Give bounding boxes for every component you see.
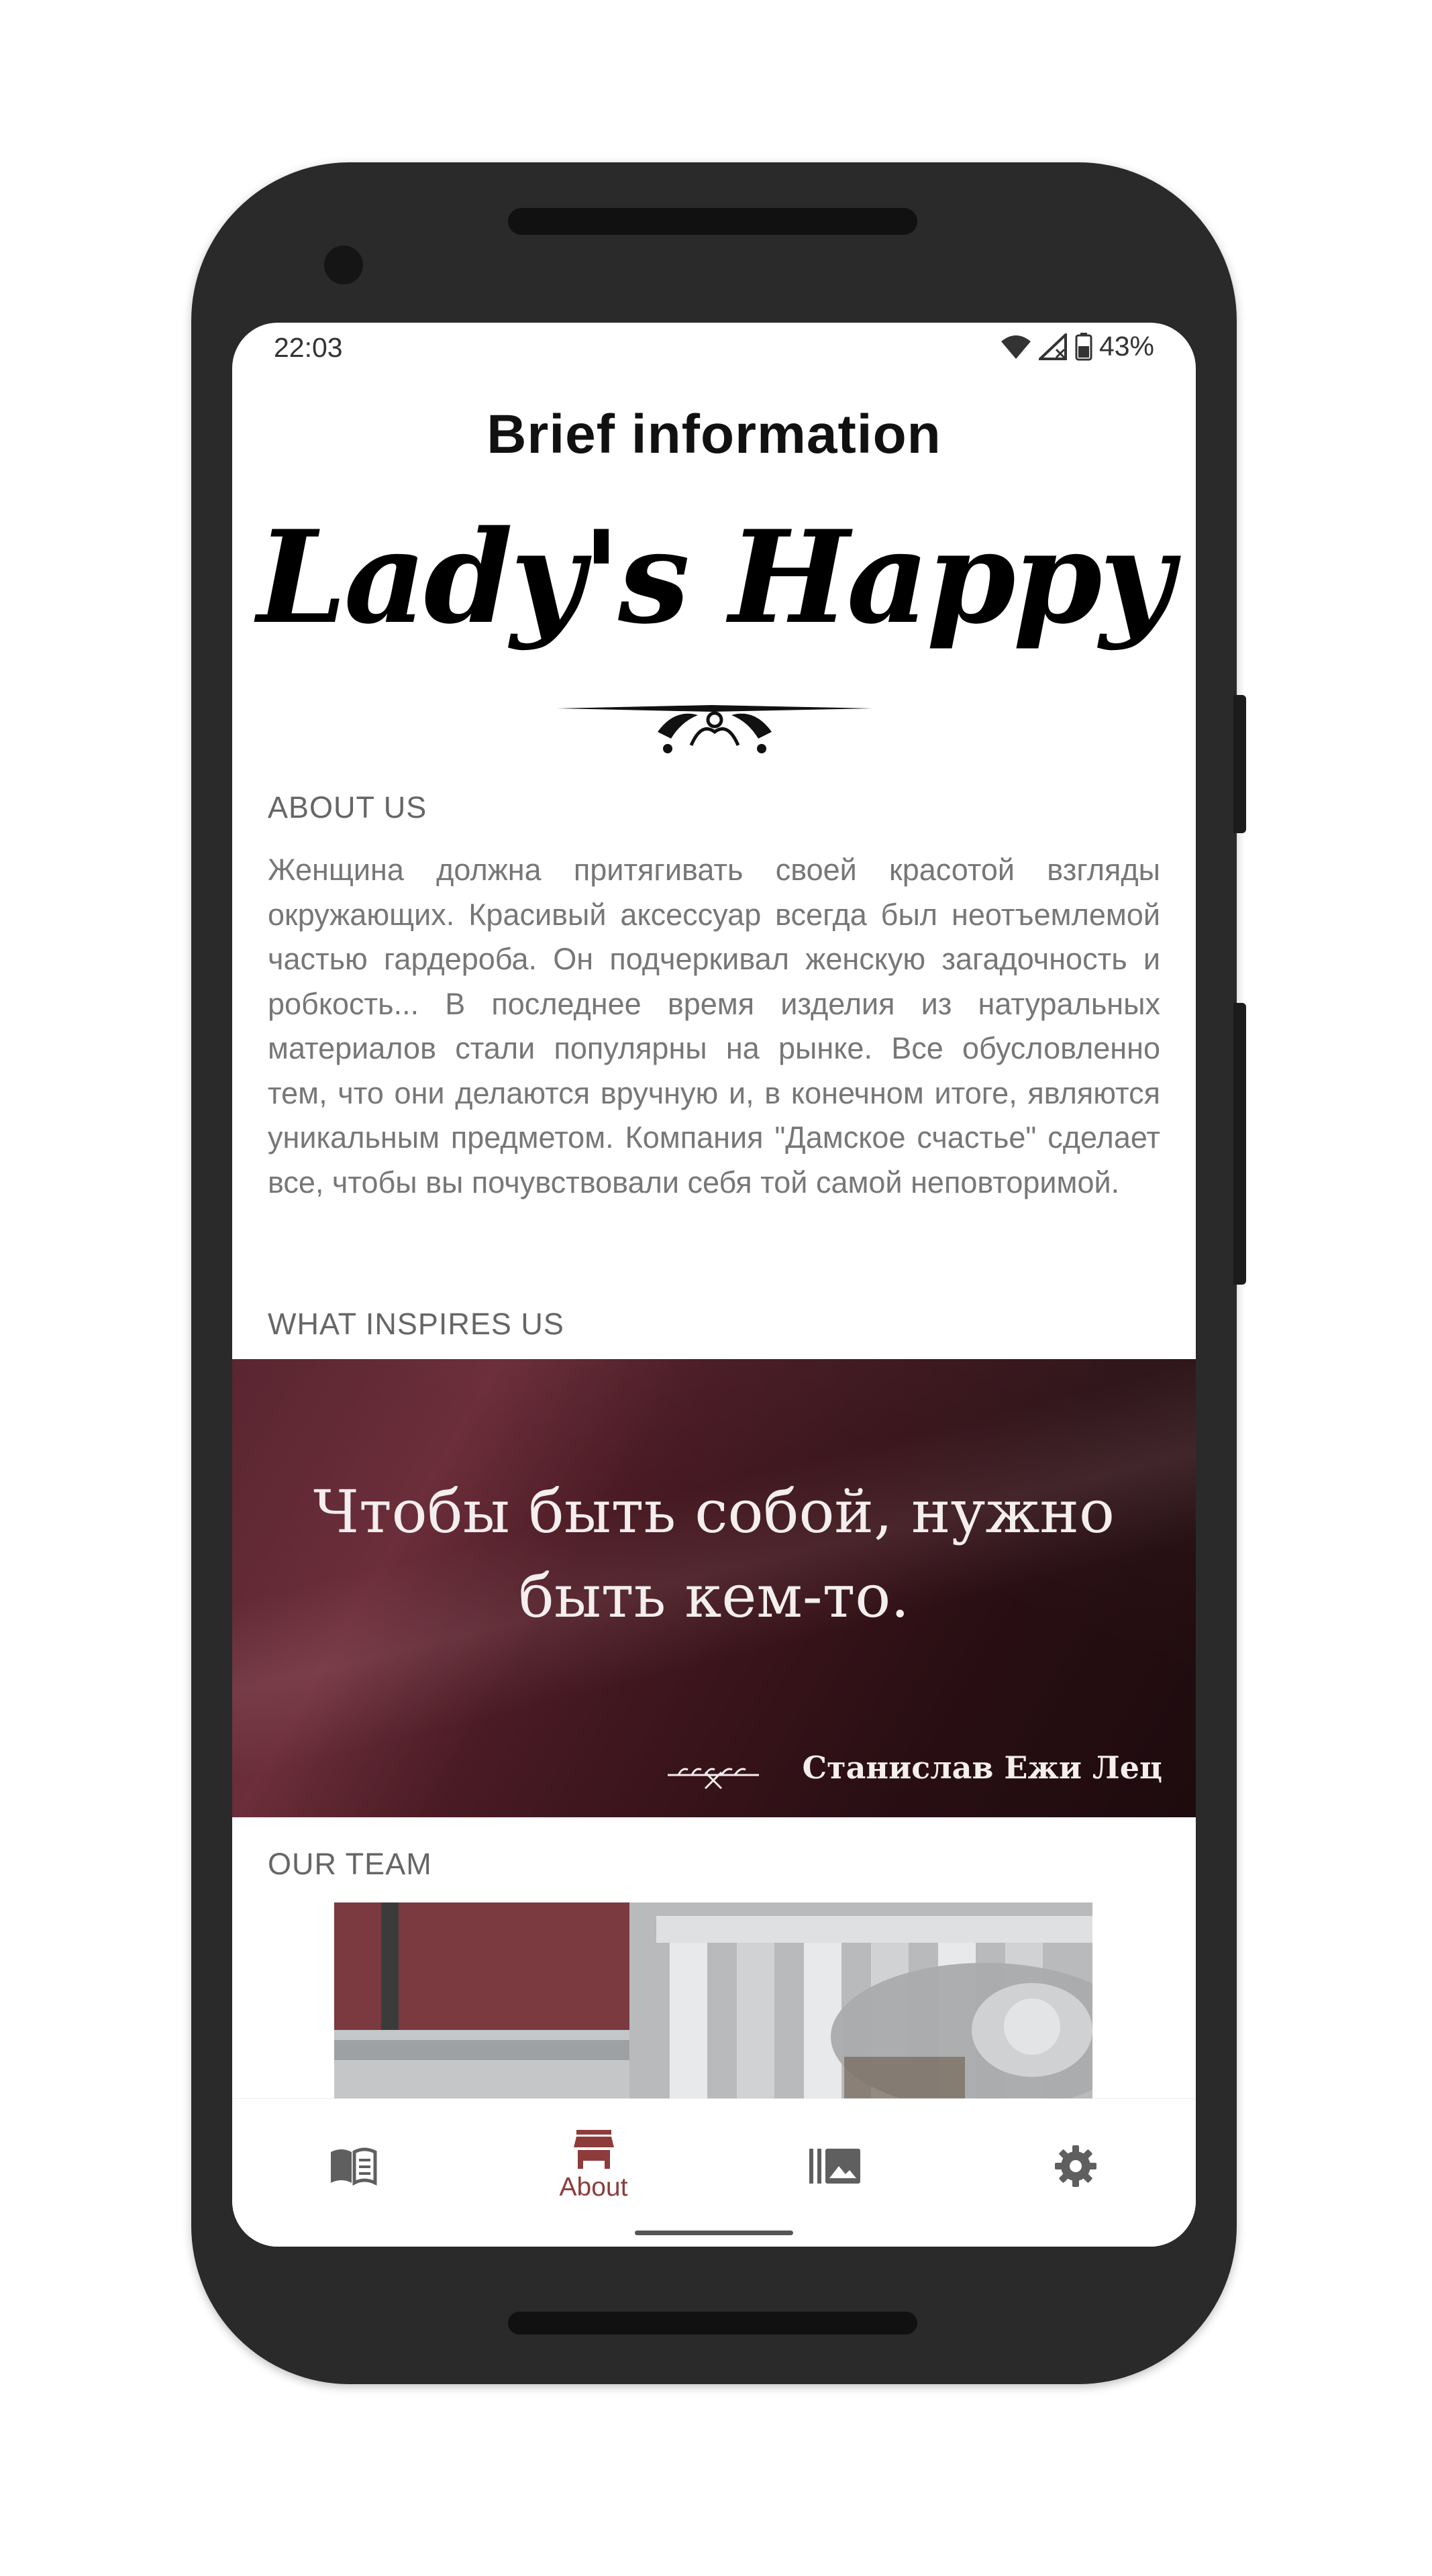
gesture-navigation-bar[interactable] [635,2231,793,2235]
nav-item-settings[interactable] [955,2099,1196,2233]
wifi-icon [1001,335,1031,359]
store-icon [573,2130,614,2169]
quote-line-1: Чтобы быть собой, нужно [313,1477,1115,1546]
about-us-heading: ABOUT US [268,790,427,824]
status-icons: 43% [1000,331,1154,362]
gear-icon [1054,2145,1096,2187]
bottom-speaker [508,2312,917,2334]
what-inspires-heading: WHAT INSPIRES US [268,1307,564,1341]
nav-item-gallery[interactable] [714,2099,955,2233]
volume-button [1233,1003,1246,1285]
earpiece-speaker [508,208,917,235]
screen: 22:03 43% Brief information Lady's Happy [232,323,1196,2247]
ornament-icon [557,705,872,753]
quote-author: Станислав Ежи Лец [802,1750,1162,1786]
battery-icon [1075,332,1092,360]
page-title: Brief information [487,404,941,465]
status-time: 22:03 [274,332,343,363]
our-team-heading: OUR TEAM [268,1847,432,1881]
gallery-icon [809,2149,860,2184]
team-photo-graphic [334,1902,1092,2098]
quote-line-2: быть кем-то. [518,1562,910,1631]
quote-text: Чтобы быть собой, нужно быть кем-то. [232,1470,1196,1639]
team-photo [334,1902,1092,2098]
brand-logo: Lady's Happy [257,502,1174,652]
nav-item-about[interactable]: About [473,2099,714,2233]
bottom-navigation: About [232,2098,1196,2247]
front-camera [324,246,363,284]
about-us-text: Женщина должна притягивать своей красото… [268,853,1160,1199]
nav-label-about: About [559,2173,628,2202]
battery-percentage: 43% [1098,331,1154,362]
status-bar: 22:03 43% [232,323,1196,376]
quote-banner-image: Чтобы быть собой, нужно быть кем-то. Ста… [232,1359,1196,1817]
book-icon [330,2147,376,2186]
nav-item-catalog[interactable] [232,2099,473,2233]
power-button [1233,695,1246,833]
signal-icon [1038,333,1067,360]
laurel-ornament-icon [668,1768,759,1790]
